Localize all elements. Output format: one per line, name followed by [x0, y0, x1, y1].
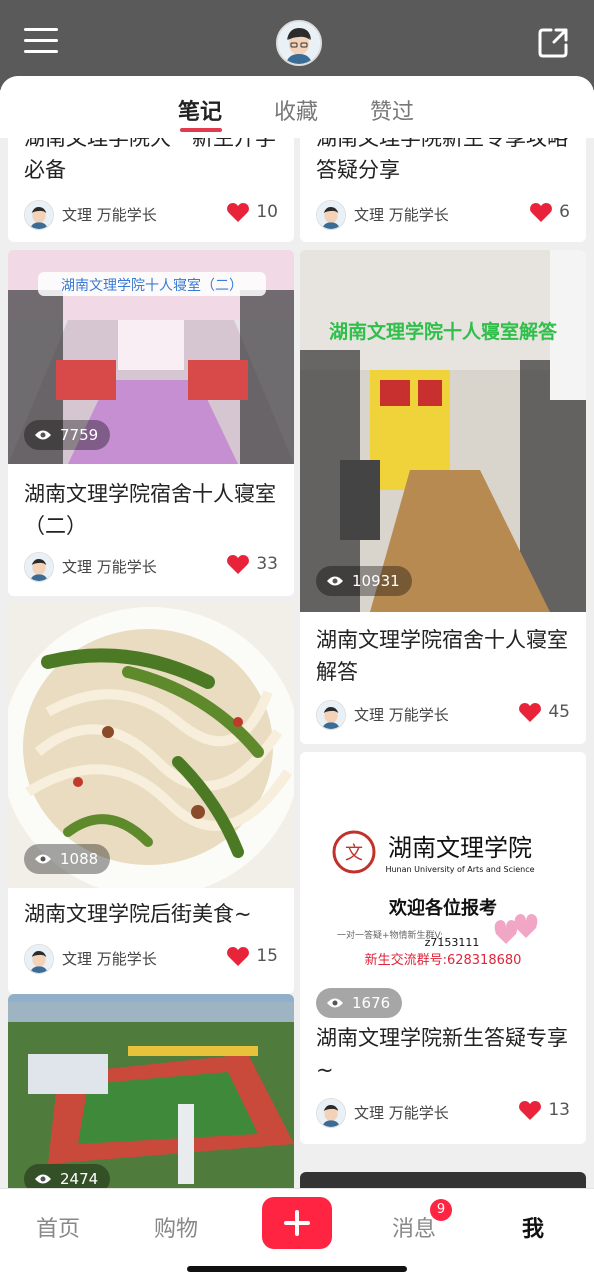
view-number: 7759 [60, 426, 99, 444]
nav-home[interactable]: 首页 [36, 1211, 80, 1243]
plus-icon[interactable] [262, 1197, 332, 1249]
group-text: 新生交流群号:628318680 [365, 952, 522, 968]
view-number: 1088 [60, 850, 99, 868]
note-cover-image: 湖南文理学院十人寝室解答 [300, 250, 586, 612]
view-count: 7759 [24, 420, 111, 450]
like-count[interactable]: 45 [518, 701, 570, 723]
note-card[interactable]: 文 湖南文理学院 Hunan University of Arts and Sc… [300, 752, 586, 1144]
view-number: 1676 [352, 994, 391, 1012]
note-meta: 文理 万能学长 33 [24, 552, 278, 582]
nav-messages[interactable]: 消息 [392, 1211, 436, 1243]
nav-me[interactable]: 我 [522, 1211, 544, 1243]
school-name-en: Hunan University of Arts and Science [385, 865, 534, 874]
note-card[interactable]: 湖南文理学院十人寝室解答 10931 湖南文理学院宿舍十人寝室解答 文理 万能学… [300, 250, 586, 744]
profile-avatar[interactable] [276, 20, 322, 66]
school-name-cn: 湖南文理学院 [388, 834, 532, 862]
view-count: 10931 [316, 566, 412, 596]
author-avatar[interactable] [316, 200, 346, 230]
author-name: 文理 万能学长 [62, 558, 157, 576]
view-number: 2474 [60, 1170, 99, 1188]
author-name: 文理 万能学长 [354, 206, 449, 224]
heart-icon [227, 947, 250, 966]
note-card[interactable]: 湖南文理学院十人寝室（二） 7759 湖南文理学院宿舍十人寝室（二） 文理 万能… [8, 250, 294, 596]
like-number: 6 [559, 202, 570, 222]
author-name: 文理 万能学长 [62, 206, 157, 224]
like-count[interactable]: 10 [226, 201, 278, 223]
menu-icon[interactable] [24, 28, 58, 56]
author-avatar[interactable] [24, 552, 54, 582]
heart-icon [227, 203, 250, 222]
like-count[interactable]: 33 [226, 553, 278, 575]
profile-tabs: 笔记 收藏 赞过 [0, 76, 594, 138]
note-meta: 文理 万能学长 15 [24, 944, 278, 974]
tab-underline [180, 128, 222, 132]
author-name: 文理 万能学长 [62, 950, 157, 968]
cover-text: 湖南文理学院十人寝室（二） [61, 277, 243, 294]
nav-shop[interactable]: 购物 [154, 1211, 198, 1243]
notes-sheet: 笔记 收藏 赞过 湖南文理学院大一新生开学必备 文理 万能学长 10 湖南文理学… [0, 76, 594, 1188]
like-number: 33 [256, 554, 278, 574]
like-number: 13 [548, 1100, 570, 1120]
eye-icon [35, 430, 51, 440]
author-name: 文理 万能学长 [354, 1104, 449, 1122]
like-count[interactable]: 13 [518, 1099, 570, 1121]
note-cover-image: 文 湖南文理学院 Hunan University of Arts and Sc… [300, 752, 586, 1014]
note-cover-image [8, 994, 294, 1188]
note-title: 湖南文理学院新生答疑专享~ [316, 1026, 568, 1082]
author-avatar[interactable] [316, 700, 346, 730]
share-icon[interactable] [534, 24, 572, 62]
svg-text:文: 文 [345, 843, 363, 864]
author-avatar[interactable] [316, 1098, 346, 1128]
welcome-text: 欢迎各位报考 [388, 897, 497, 919]
eye-icon [327, 576, 343, 586]
eye-icon [35, 854, 51, 864]
tab-favorites[interactable]: 收藏 [274, 94, 318, 126]
home-indicator [187, 1266, 407, 1272]
like-number: 15 [256, 946, 278, 966]
note-title: 湖南文理学院宿舍十人寝室解答 [316, 628, 568, 684]
heart-icon [519, 703, 542, 722]
tab-liked[interactable]: 赞过 [370, 94, 414, 126]
eye-icon [35, 1174, 51, 1184]
heart-icon [227, 555, 250, 574]
eye-icon [327, 998, 343, 1008]
note-card[interactable]: 1088 湖南文理学院后街美食~ 文理 万能学长 15 [8, 602, 294, 994]
note-meta: 文理 万能学长 6 [316, 200, 570, 230]
author-name: 文理 万能学长 [354, 706, 449, 724]
view-count: 1676 [316, 988, 403, 1018]
note-meta: 文理 万能学长 13 [316, 1098, 570, 1128]
note-card[interactable]: 2474 [8, 994, 294, 1188]
note-meta: 文理 万能学长 10 [24, 200, 278, 230]
note-title: 湖南文理学院宿舍十人寝室（二） [24, 482, 276, 538]
author-avatar[interactable] [24, 200, 54, 230]
wechat-text: z7153111 [425, 936, 480, 949]
like-number: 45 [548, 702, 570, 722]
view-count: 1088 [24, 844, 111, 874]
heart-icon [530, 203, 553, 222]
view-number: 10931 [352, 572, 400, 590]
messages-badge: 9 [430, 1199, 452, 1221]
cover-text: 湖南文理学院十人寝室解答 [329, 320, 558, 343]
author-avatar[interactable] [24, 944, 54, 974]
tab-notes[interactable]: 笔记 [178, 94, 222, 126]
like-count[interactable]: 6 [529, 201, 570, 223]
view-count: 2474 [24, 1164, 111, 1188]
note-card[interactable] [300, 1172, 586, 1188]
heart-icon [519, 1101, 542, 1120]
note-meta: 文理 万能学长 45 [316, 700, 570, 730]
like-count[interactable]: 15 [226, 945, 278, 967]
note-title: 湖南文理学院后街美食~ [24, 902, 252, 926]
like-number: 10 [256, 202, 278, 222]
